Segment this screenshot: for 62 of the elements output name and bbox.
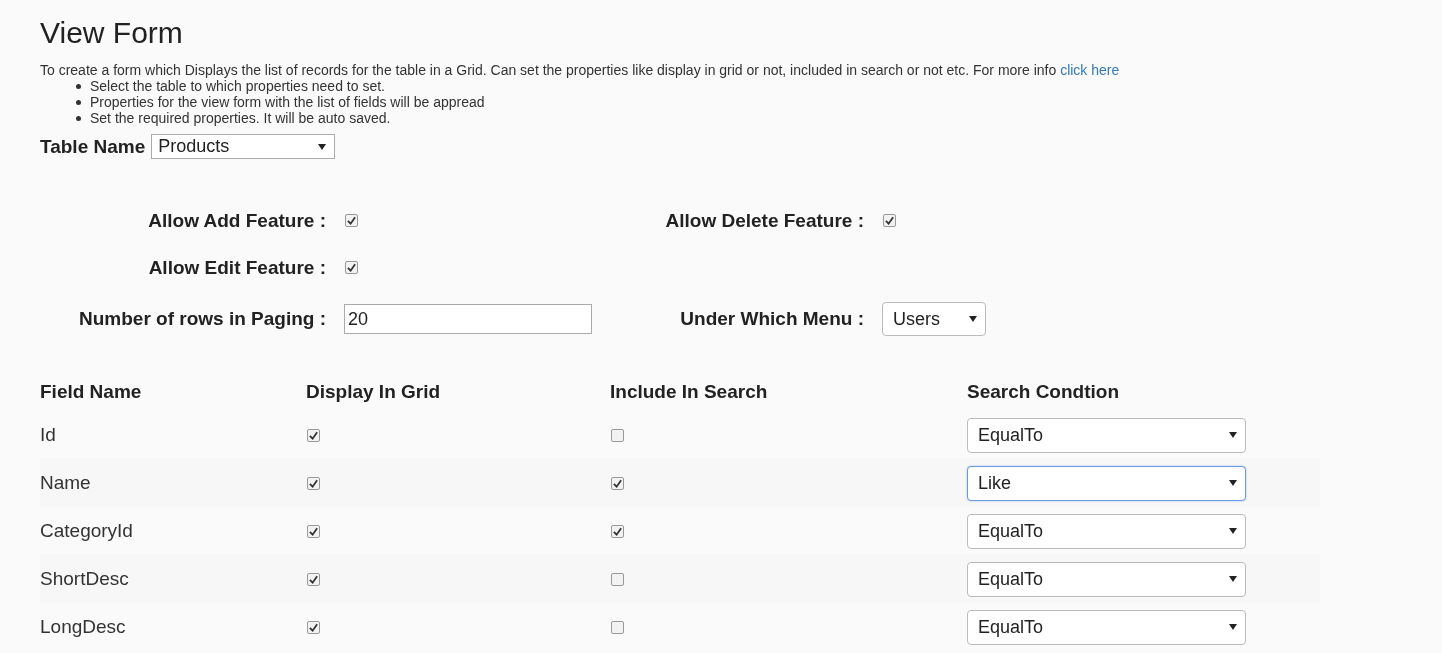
- include-in-search-checkbox[interactable]: [611, 620, 624, 634]
- table-name-dropdown[interactable]: Products: [151, 134, 336, 159]
- caret-icon: [1229, 528, 1237, 534]
- caret-icon: [1229, 624, 1237, 630]
- include-in-search-checkbox[interactable]: [611, 476, 624, 490]
- column-header: Display In Grid: [306, 380, 442, 404]
- instruction-item: Properties for the view form with the list of fields will be appread: [90, 94, 485, 110]
- field-name: LongDesc: [40, 616, 126, 637]
- caret-icon: [1229, 480, 1237, 486]
- include-in-search-checkbox[interactable]: [611, 524, 624, 538]
- checkmark-icon: [347, 263, 356, 272]
- display-in-grid-checkbox[interactable]: [307, 476, 320, 490]
- menu-dropdown[interactable]: Users: [882, 302, 986, 336]
- search-condition-dropdown[interactable]: EqualTo: [967, 609, 1246, 645]
- caret-icon: [318, 143, 327, 150]
- table-name-label: Table Name: [40, 135, 146, 158]
- include-in-search-checkbox[interactable]: [611, 428, 624, 442]
- setting-label: Number of rows in Paging :: [79, 308, 326, 330]
- search-condition-dropdown[interactable]: EqualTo: [967, 561, 1246, 597]
- checkmark-icon: [347, 216, 356, 225]
- column-header: Search Condtion: [967, 380, 1120, 404]
- checkmark-icon: [309, 622, 318, 632]
- click-here-link[interactable]: click here: [1060, 62, 1120, 78]
- search-condition-dropdown[interactable]: EqualTo: [967, 417, 1246, 453]
- checkmark-icon: [309, 430, 318, 440]
- bullet-icon: [76, 115, 81, 121]
- setting-label: Under Which Menu :: [680, 308, 864, 330]
- checkmark-icon: [613, 526, 622, 536]
- page-title: View Form: [40, 16, 184, 50]
- setting-label: Allow Edit Feature :: [148, 256, 326, 279]
- feature-checkbox[interactable]: [345, 261, 358, 274]
- checkmark-icon: [309, 574, 318, 584]
- checkmark-icon: [885, 216, 894, 225]
- checkmark-icon: [613, 478, 622, 488]
- column-header: Field Name: [40, 380, 143, 404]
- setting-label: Allow Delete Feature :: [665, 209, 864, 232]
- description-text: To create a form which Displays the list of records for the table in a Grid. Can set the properties like display in grid or not, included in search or not etc. For more info click here: [40, 62, 1121, 78]
- field-name: ShortDesc: [40, 568, 129, 589]
- feature-checkbox[interactable]: [883, 214, 896, 227]
- bullet-icon: [76, 83, 81, 89]
- field-name: Id: [40, 424, 56, 445]
- setting-label: Allow Add Feature :: [148, 209, 326, 232]
- display-in-grid-checkbox[interactable]: [307, 428, 320, 442]
- checkmark-icon: [309, 526, 318, 536]
- search-condition-dropdown[interactable]: EqualTo: [967, 513, 1246, 549]
- include-in-search-checkbox[interactable]: [611, 572, 624, 586]
- display-in-grid-checkbox[interactable]: [307, 572, 320, 586]
- paging-rows-field[interactable]: 20: [344, 304, 592, 334]
- column-header: Include In Search: [610, 373, 967, 411]
- caret-icon: [1229, 432, 1237, 438]
- field-name: CategoryId: [40, 520, 133, 541]
- caret-icon: [1229, 576, 1237, 582]
- bullet-icon: [76, 99, 81, 105]
- instruction-item: Select the table to which properties need to set.: [90, 78, 385, 94]
- feature-checkbox[interactable]: [345, 214, 358, 227]
- field-name: Name: [40, 472, 91, 493]
- search-condition-dropdown[interactable]: Like: [967, 465, 1246, 501]
- instruction-item: Set the required properties. It will be auto saved.: [90, 110, 391, 126]
- caret-icon: [969, 316, 977, 322]
- display-in-grid-checkbox[interactable]: [307, 620, 320, 634]
- display-in-grid-checkbox[interactable]: [307, 524, 320, 538]
- checkmark-icon: [309, 478, 318, 488]
